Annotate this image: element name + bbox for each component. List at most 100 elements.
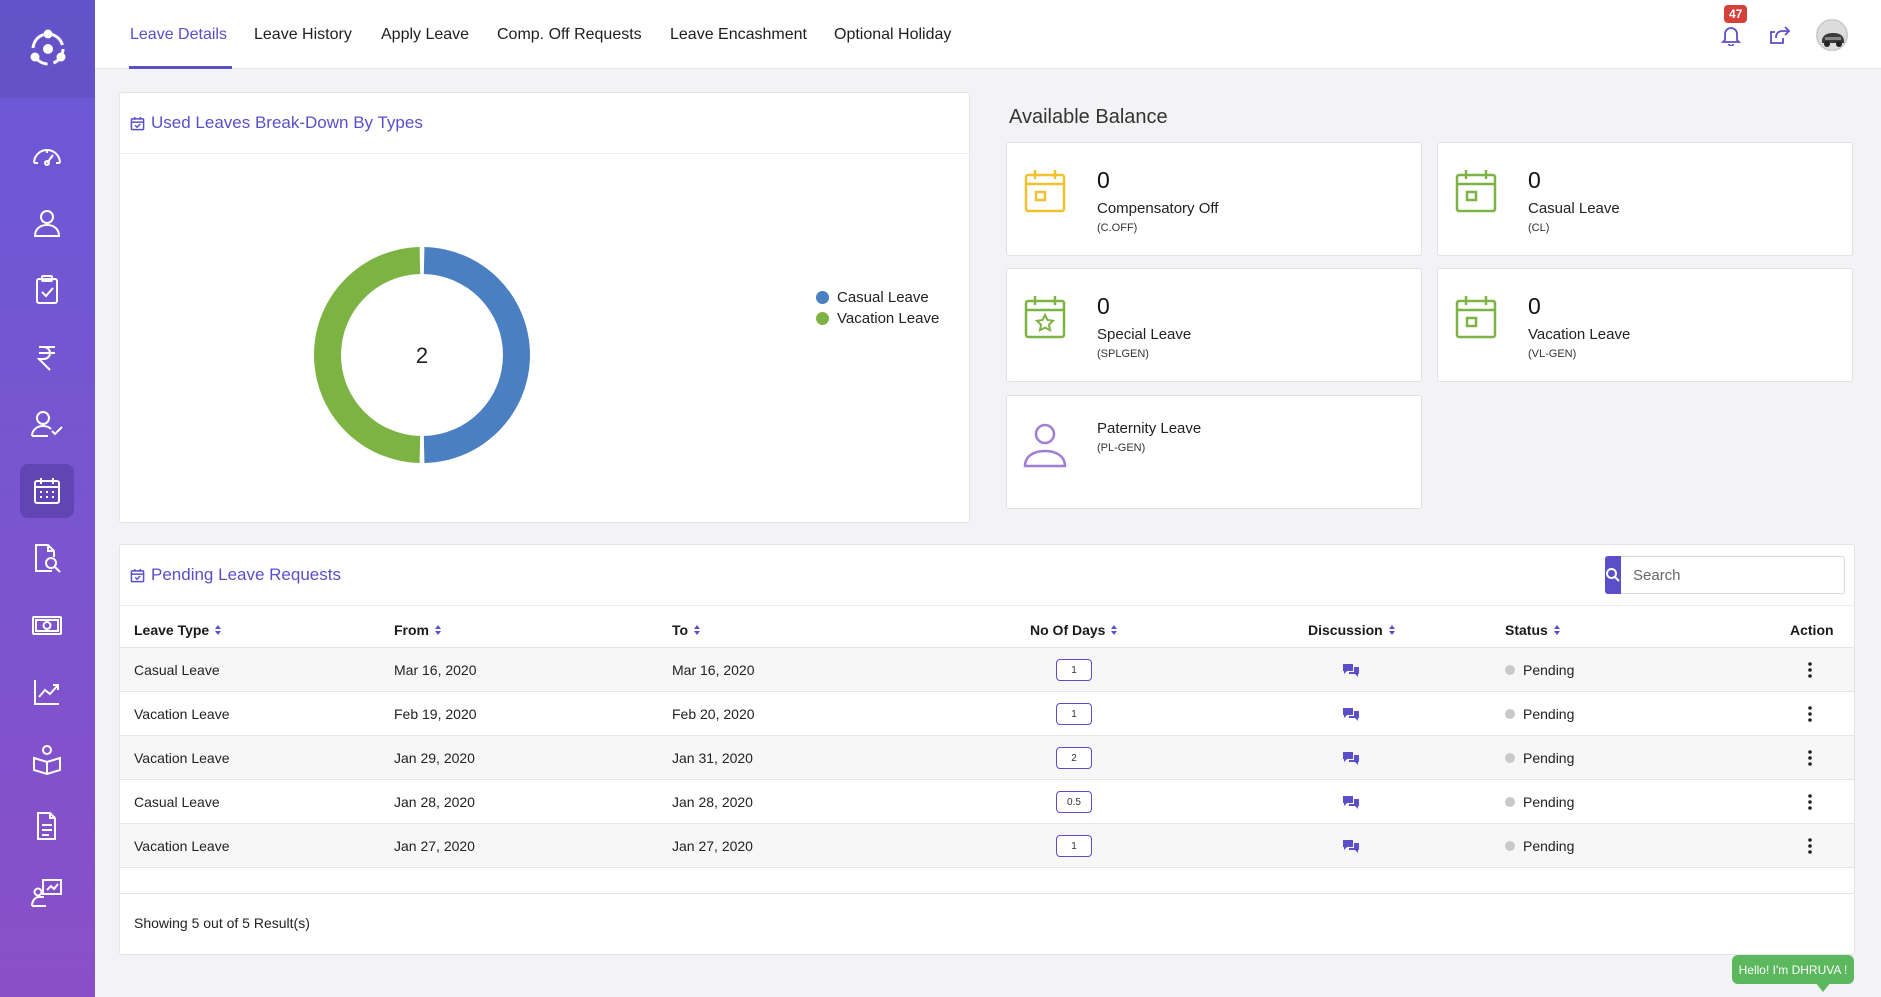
table-card-title: Pending Leave Requests bbox=[151, 565, 341, 584]
sidebar-item-profile[interactable] bbox=[20, 196, 74, 250]
status-dot bbox=[1505, 753, 1515, 763]
chatbot-greeting-bubble[interactable]: Hello! I'm DHRUVA ! bbox=[1732, 955, 1854, 984]
status-text: Pending bbox=[1523, 706, 1575, 722]
row-action-menu-button[interactable] bbox=[1808, 648, 1812, 692]
tab-leave-encashment[interactable]: Leave Encashment bbox=[670, 0, 807, 69]
document-search-icon bbox=[35, 544, 61, 573]
chart-legend: Casual Leave Vacation Leave bbox=[816, 287, 939, 329]
column-header-from[interactable]: From bbox=[394, 622, 442, 638]
search-button[interactable] bbox=[1605, 556, 1621, 594]
balance-name: Special Leave bbox=[1097, 326, 1192, 343]
legend-item-vacation-leave[interactable]: Vacation Leave bbox=[816, 308, 939, 329]
sidebar-item-documents[interactable] bbox=[20, 799, 74, 853]
balance-card-paternity-leave[interactable]: Paternity Leave (PL-GEN) bbox=[1006, 395, 1422, 509]
discussion-button[interactable] bbox=[1342, 648, 1360, 692]
cell-status: Pending bbox=[1505, 780, 1574, 824]
column-label: No Of Days bbox=[1030, 622, 1106, 638]
sidebar-item-training[interactable] bbox=[20, 866, 74, 920]
column-header-to[interactable]: To bbox=[672, 622, 701, 638]
cell-to-date: Feb 20, 2020 bbox=[672, 706, 755, 722]
cell-from-date: Jan 29, 2020 bbox=[394, 750, 475, 766]
clipboard-check-icon bbox=[36, 275, 58, 304]
days-badge: 0.5 bbox=[1056, 791, 1092, 813]
table-row: Casual Leave Mar 16, 2020 Mar 16, 2020 1… bbox=[120, 648, 1854, 692]
calendar-icon bbox=[1455, 170, 1497, 213]
column-header-discussion[interactable]: Discussion bbox=[1308, 622, 1396, 638]
row-action-menu-button[interactable] bbox=[1808, 780, 1812, 824]
row-action-menu-button[interactable] bbox=[1808, 692, 1812, 736]
cell-no-of-days: 2 bbox=[1056, 736, 1092, 780]
status-dot bbox=[1505, 841, 1515, 851]
tab-apply-leave[interactable]: Apply Leave bbox=[381, 0, 469, 69]
balance-card-special-leave[interactable]: 0 Special Leave (SPLGEN) bbox=[1006, 268, 1422, 382]
notification-bell-button[interactable] bbox=[1718, 22, 1744, 48]
calendar-icon bbox=[1024, 170, 1066, 213]
sidebar-item-performance[interactable] bbox=[20, 665, 74, 719]
sidebar-item-expenses[interactable] bbox=[20, 598, 74, 652]
rupee-icon bbox=[36, 346, 55, 371]
tab-leave-details[interactable]: Leave Details bbox=[130, 0, 227, 69]
cell-leave-type: Vacation Leave bbox=[134, 706, 230, 722]
chat-bubbles-icon bbox=[1343, 752, 1359, 765]
status-text: Pending bbox=[1523, 750, 1575, 766]
column-header-leave-type[interactable]: Leave Type bbox=[134, 622, 222, 638]
chat-bubbles-icon bbox=[1343, 840, 1359, 853]
share-icon bbox=[1770, 26, 1791, 44]
discussion-button[interactable] bbox=[1342, 780, 1360, 824]
search-input[interactable] bbox=[1621, 556, 1845, 594]
donut-slice-casual-leave[interactable] bbox=[423, 247, 531, 463]
sort-icon bbox=[1111, 625, 1118, 635]
column-header-no-of-days[interactable]: No Of Days bbox=[1030, 622, 1118, 638]
tab-optional-holiday[interactable]: Optional Holiday bbox=[834, 0, 951, 69]
sidebar-item-tasks[interactable] bbox=[20, 263, 74, 317]
balance-card-compensatory-off[interactable]: 0 Compensatory Off (C.OFF) bbox=[1006, 142, 1422, 256]
row-action-menu-button[interactable] bbox=[1808, 736, 1812, 780]
presentation-icon bbox=[31, 879, 62, 907]
sidebar-item-leave[interactable] bbox=[20, 464, 74, 518]
status-text: Pending bbox=[1523, 838, 1575, 854]
book-user-icon bbox=[33, 745, 61, 776]
sidebar-item-attendance[interactable] bbox=[20, 397, 74, 451]
sidebar-item-payroll[interactable] bbox=[20, 330, 74, 384]
cell-leave-type: Vacation Leave bbox=[134, 838, 230, 854]
sort-icon bbox=[694, 625, 701, 635]
balance-card-vacation-leave[interactable]: 0 Vacation Leave (VL-GEN) bbox=[1437, 268, 1853, 382]
calendar-check-icon bbox=[130, 568, 145, 582]
status-dot bbox=[1505, 709, 1515, 719]
column-label: Discussion bbox=[1308, 622, 1383, 638]
balance-count: 0 bbox=[1528, 167, 1541, 193]
balance-name: Vacation Leave bbox=[1528, 326, 1631, 343]
discussion-button[interactable] bbox=[1342, 692, 1360, 736]
cell-status: Pending bbox=[1505, 824, 1574, 868]
balance-code: (C.OFF) bbox=[1097, 222, 1138, 234]
discussion-button[interactable] bbox=[1342, 824, 1360, 868]
sidebar-item-reports[interactable] bbox=[20, 531, 74, 585]
dashboard-gauge-icon bbox=[33, 149, 61, 166]
column-header-status[interactable]: Status bbox=[1505, 622, 1561, 638]
user-avatar[interactable] bbox=[1816, 19, 1848, 51]
bell-icon bbox=[1721, 27, 1741, 46]
donut-slice-vacation-leave[interactable] bbox=[313, 247, 421, 463]
document-icon bbox=[37, 812, 56, 840]
cell-to-date: Mar 16, 2020 bbox=[672, 662, 755, 678]
app-logo[interactable] bbox=[0, 0, 95, 98]
more-vertical-icon bbox=[1808, 838, 1812, 854]
cell-from-date: Feb 19, 2020 bbox=[394, 706, 477, 722]
tab-leave-history[interactable]: Leave History bbox=[254, 0, 352, 69]
row-action-menu-button[interactable] bbox=[1808, 824, 1812, 868]
sidebar bbox=[0, 0, 95, 997]
results-count: Showing 5 out of 5 Result(s) bbox=[134, 915, 310, 931]
sidebar-item-dashboard[interactable] bbox=[20, 129, 74, 183]
tab-comp-off-requests[interactable]: Comp. Off Requests bbox=[497, 0, 642, 69]
balance-card-casual-leave[interactable]: 0 Casual Leave (CL) bbox=[1437, 142, 1853, 256]
available-balance-title: Available Balance bbox=[1009, 106, 1168, 128]
legend-item-casual-leave[interactable]: Casual Leave bbox=[816, 287, 939, 308]
cell-leave-type: Casual Leave bbox=[134, 662, 220, 678]
sidebar-item-learning[interactable] bbox=[20, 732, 74, 786]
share-button[interactable] bbox=[1767, 22, 1793, 48]
discussion-button[interactable] bbox=[1342, 736, 1360, 780]
more-vertical-icon bbox=[1808, 750, 1812, 766]
balance-name: Paternity Leave bbox=[1097, 420, 1202, 437]
table-row: Vacation Leave Jan 29, 2020 Jan 31, 2020… bbox=[120, 736, 1854, 780]
cell-leave-type: Vacation Leave bbox=[134, 750, 230, 766]
